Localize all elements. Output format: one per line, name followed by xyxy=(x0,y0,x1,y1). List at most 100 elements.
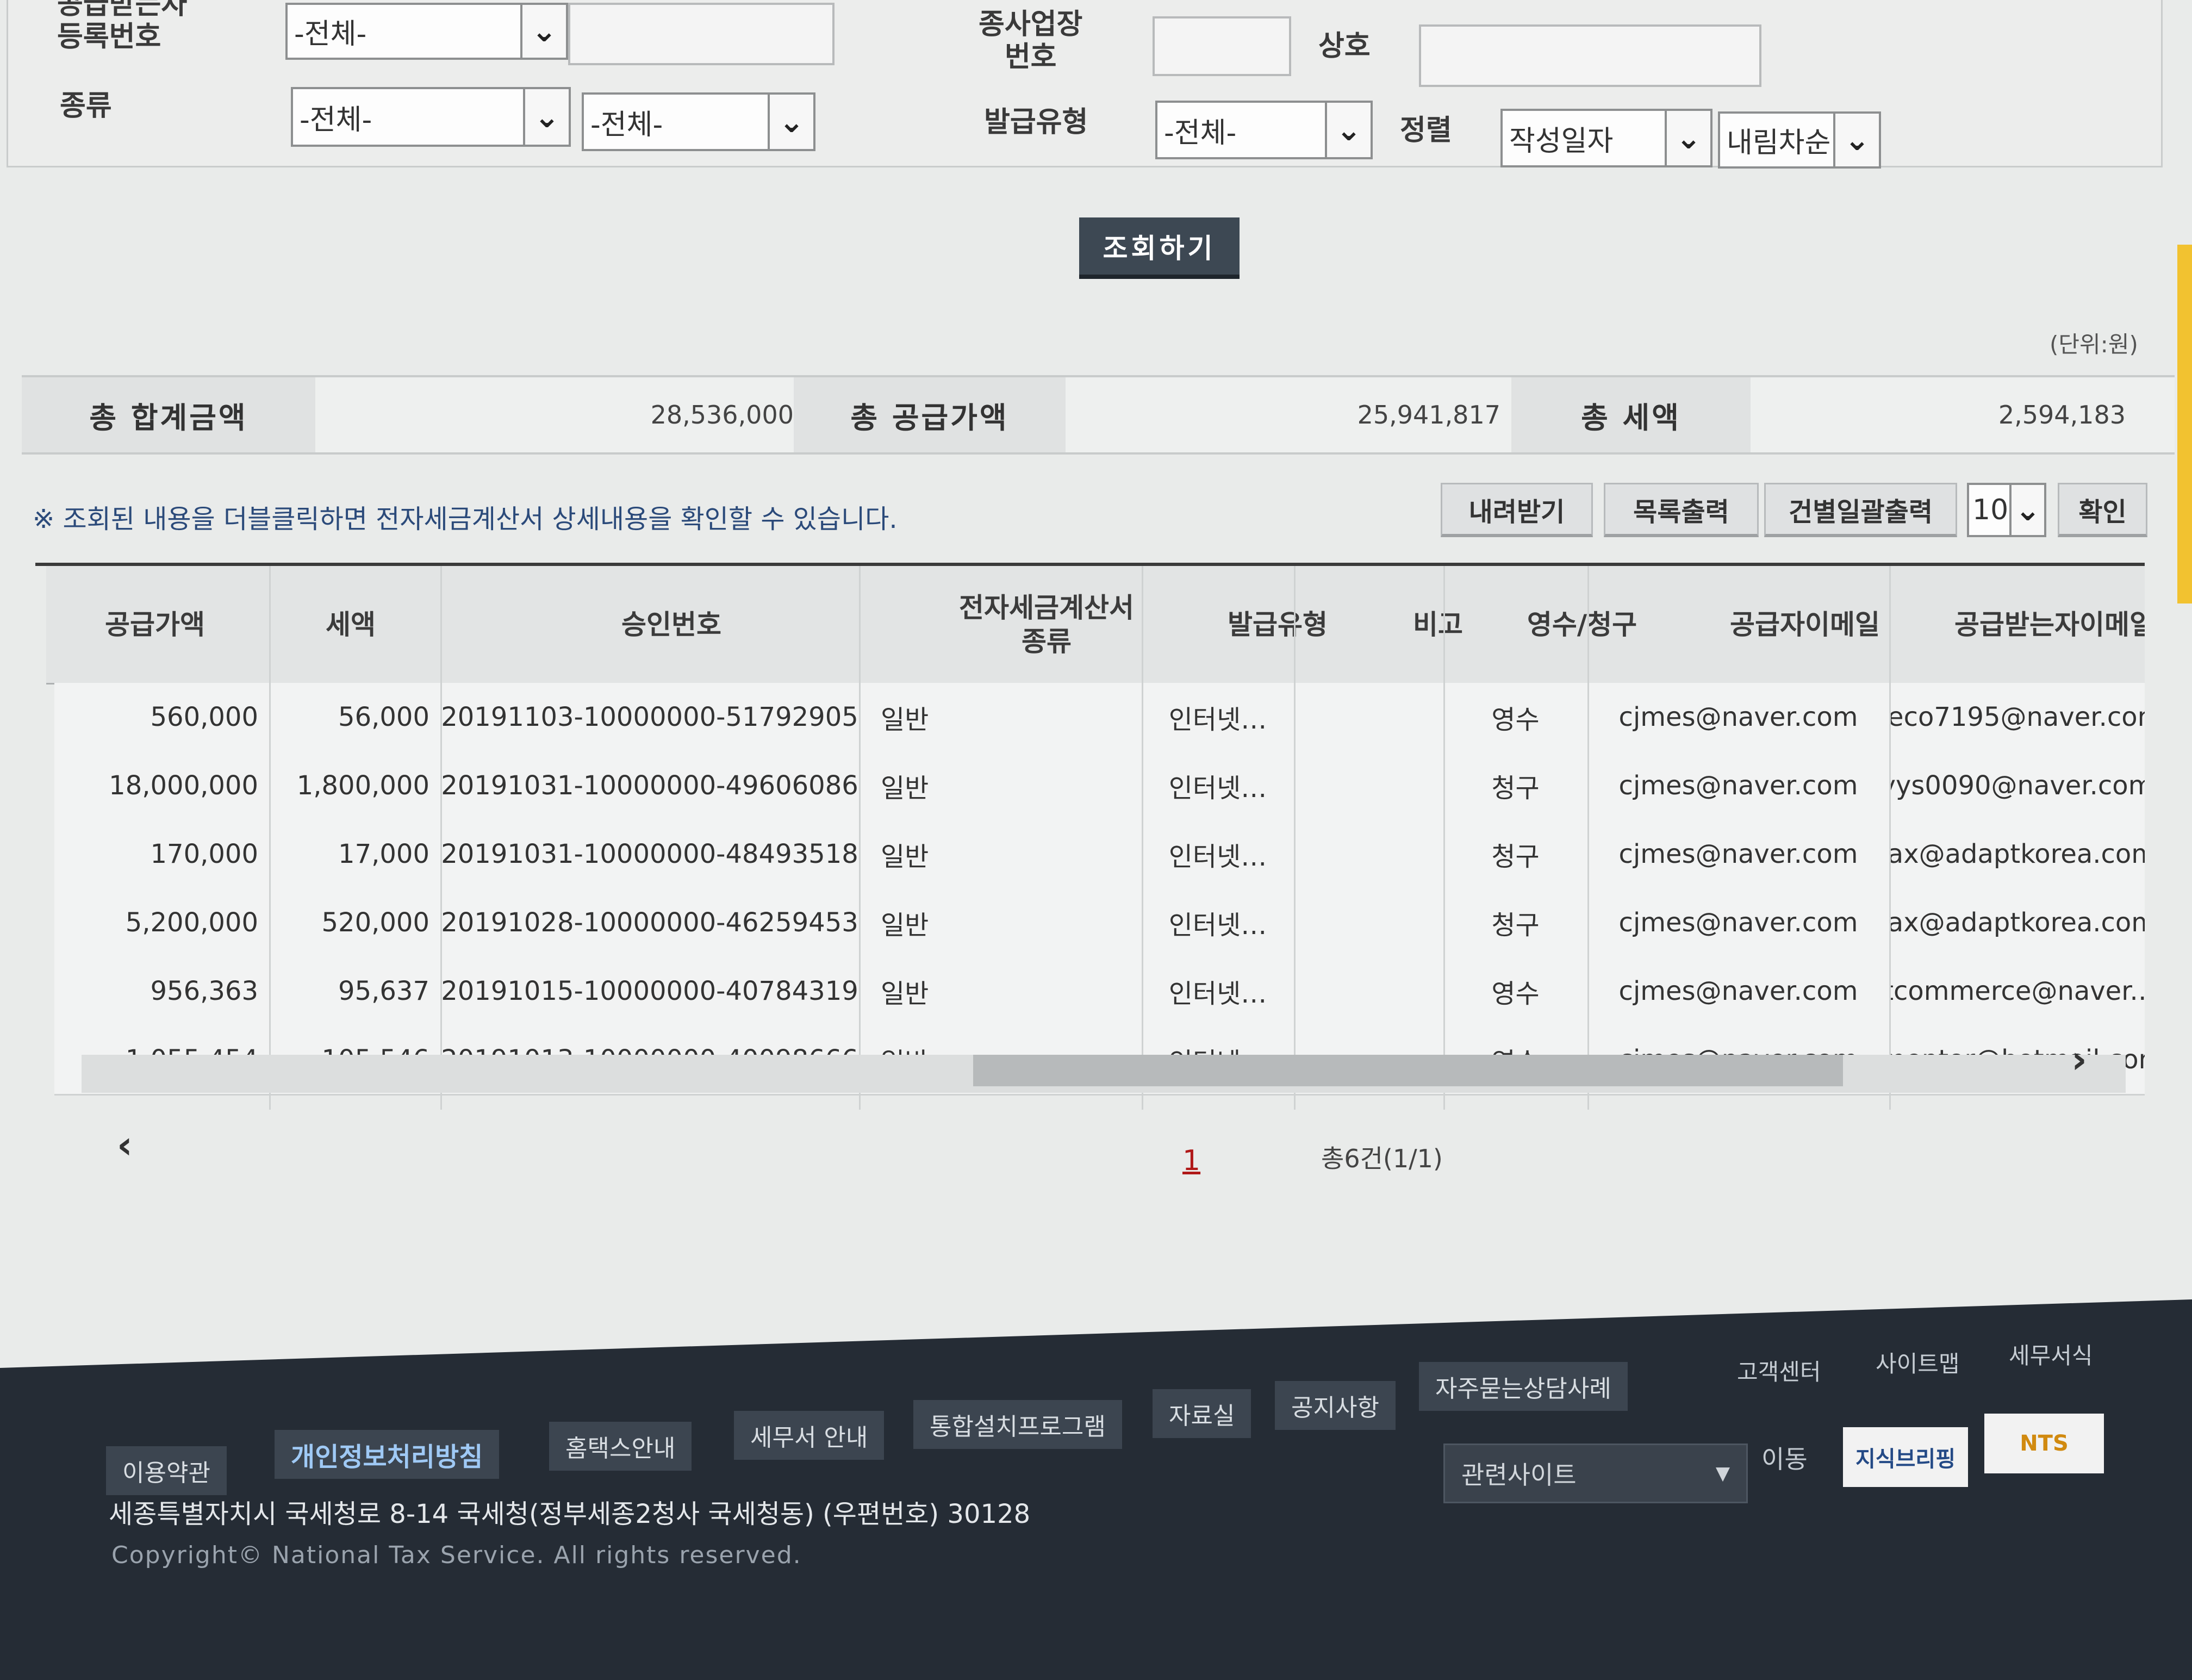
print-list-button[interactable]: 목록출력 xyxy=(1604,483,1759,537)
cell-receipt-claim: 청구 xyxy=(1491,842,1540,872)
cell-tax-amount: 520,000 xyxy=(321,907,430,938)
cell-supply-amount: 18,000,000 xyxy=(109,770,258,801)
sort-label: 정렬 xyxy=(1400,114,1452,147)
footer-copyright: Copyright© National Tax Service. All rig… xyxy=(111,1541,802,1569)
footer-tab-privacy[interactable]: 개인정보처리방침 xyxy=(275,1430,500,1479)
cell-remarks xyxy=(1294,888,1443,957)
footer-tab-faq[interactable]: 자주묻는상담사례 xyxy=(1419,1362,1628,1411)
issue-type-select[interactable]: -전체- ⌄ xyxy=(1155,101,1373,159)
page-size-select[interactable]: 10 ⌄ xyxy=(1967,483,2046,537)
column-divider xyxy=(1889,566,1891,1110)
column-divider xyxy=(440,566,442,1110)
company-label: 상호 xyxy=(1318,30,1371,63)
chevron-down-icon: ⌄ xyxy=(520,5,566,58)
recipient-regno-label: 공급받는자 등록번호 xyxy=(57,0,188,53)
scroll-right-icon[interactable]: › xyxy=(2071,1037,2087,1082)
scroll-left-icon[interactable]: ‹ xyxy=(117,1123,133,1167)
column-header[interactable]: 전자세금계산서 종류 xyxy=(905,566,1188,683)
branch-no-input[interactable] xyxy=(1153,16,1291,76)
issue-type-select-value: -전체- xyxy=(1164,116,1237,150)
cell-approval-number: 20191103-10000000-51792905 xyxy=(441,702,858,732)
column-divider xyxy=(1294,566,1296,1110)
company-input[interactable] xyxy=(1419,24,1761,87)
nts-badge[interactable]: NTS xyxy=(1984,1414,2104,1473)
column-header[interactable]: 공급받는자이메일1 xyxy=(1954,566,2145,683)
related-site-value: 관련사이트 xyxy=(1461,1460,1577,1490)
recipient-regno-select[interactable]: -전체- ⌄ xyxy=(285,3,568,60)
footer-tab-tax-office[interactable]: 세무서 안내 xyxy=(734,1411,885,1460)
search-button[interactable]: 조회하기 xyxy=(1079,217,1240,279)
kind-label: 종류 xyxy=(60,90,112,122)
confirm-button[interactable]: 확인 xyxy=(2058,483,2147,537)
chevron-down-icon: ▼ xyxy=(1715,1463,1730,1484)
horizontal-scrollbar-thumb[interactable] xyxy=(973,1055,1843,1086)
footer-tab-archive[interactable]: 자료실 xyxy=(1153,1389,1251,1438)
cell-receipt-claim: 영수 xyxy=(1491,705,1540,735)
sort-order-select-value: 내림차순 xyxy=(1727,127,1831,159)
recipient-regno-input[interactable] xyxy=(568,3,835,65)
cell-approval-number: 20191031-10000000-49606086 xyxy=(441,770,858,801)
column-header[interactable]: 승인번호 xyxy=(438,566,905,683)
cell-recipient-email: tax@adaptkorea.com xyxy=(1889,907,2145,938)
total-supply-value: 25,941,817 xyxy=(1357,400,1500,430)
page-link-1[interactable]: 1 xyxy=(1182,1144,1200,1177)
cell-issue-type: 인터넷… xyxy=(1168,705,1267,735)
page-size-value: 10 xyxy=(1972,494,2009,526)
chevron-down-icon: ⌄ xyxy=(768,95,813,149)
column-header[interactable]: 영수/청구 xyxy=(1509,566,1655,683)
cell-receipt-claim: 청구 xyxy=(1491,910,1540,941)
sort-order-select[interactable]: 내림차순 ⌄ xyxy=(1718,111,1881,169)
column-header[interactable]: 발급유형 xyxy=(1188,566,1367,683)
table-row[interactable]: 956,363 95,637 20191015-10000000-40784319 일… xyxy=(54,957,2145,1027)
footer-link-sitemap[interactable]: 사이트맵 xyxy=(1876,1346,1960,1379)
table-row[interactable]: 5,200,000 520,000 20191028-10000000-462594… xyxy=(54,888,2145,959)
cell-issue-type: 인터넷… xyxy=(1168,910,1267,941)
table-row[interactable]: 170,000 17,000 20191031-10000000-48493518 일… xyxy=(54,820,2145,890)
cell-invoice-kind: 일반 xyxy=(881,842,929,872)
cell-supply-amount: 956,363 xyxy=(150,976,259,1006)
table-row[interactable]: 560,000 56,000 20191103-10000000-51792905 일… xyxy=(54,683,2145,753)
total-tax-label: 총 세액 xyxy=(1511,377,1751,452)
cell-recipient-email: yys0090@naver.com xyxy=(1889,770,2145,801)
go-button[interactable]: 이동 xyxy=(1761,1440,1808,1476)
cell-supplier-email: cjmes@naver.com xyxy=(1618,770,1858,801)
cell-tax-amount: 95,637 xyxy=(338,976,429,1006)
knowledge-briefing-badge[interactable]: 지식브리핑 xyxy=(1843,1427,1968,1487)
totals-bar: 총 합계금액 28,536,000 총 공급가액 25,941,817 총 세액… xyxy=(22,375,2175,455)
cell-supply-amount: 560,000 xyxy=(150,702,259,732)
total-sum-label: 총 합계금액 xyxy=(22,377,315,452)
cell-invoice-kind: 일반 xyxy=(881,979,929,1009)
footer-tab-notices[interactable]: 공지사항 xyxy=(1275,1381,1396,1430)
column-header[interactable]: 공급가액 xyxy=(46,566,264,683)
footer-link-customer-center[interactable]: 고객센터 xyxy=(1737,1354,1821,1387)
cell-recipient-email: heco7195@naver.com xyxy=(1889,702,2145,732)
sort-field-select-value: 작성일자 xyxy=(1509,125,1614,158)
chevron-down-icon: ⌄ xyxy=(1665,111,1710,165)
download-button[interactable]: 내려받기 xyxy=(1441,483,1593,537)
cell-tax-amount: 1,800,000 xyxy=(296,770,429,801)
table-row[interactable]: 18,000,000 1,800,000 20191031-10000000-496… xyxy=(54,751,2145,822)
cell-supplier-email: cjmes@naver.com xyxy=(1618,702,1858,732)
cell-approval-number: 20191028-10000000-46259453 xyxy=(441,907,858,938)
cell-supplier-email: cjmes@naver.com xyxy=(1618,976,1858,1006)
cell-remarks xyxy=(1294,683,1443,751)
footer-tab-installer[interactable]: 통합설치프로그램 xyxy=(913,1400,1122,1449)
side-quick-menu[interactable] xyxy=(2177,245,2192,603)
kind-select-2[interactable]: -전체- ⌄ xyxy=(582,92,815,151)
footer-link-tax-forms[interactable]: 세무서식 xyxy=(2009,1337,2093,1371)
column-divider xyxy=(269,566,271,1110)
column-divider xyxy=(859,566,861,1110)
cell-invoice-kind: 일반 xyxy=(881,705,929,735)
related-site-select[interactable]: 관련사이트 ▼ xyxy=(1443,1443,1748,1503)
kind-select-1[interactable]: -전체- ⌄ xyxy=(291,87,571,147)
cell-receipt-claim: 영수 xyxy=(1491,979,1540,1009)
column-header[interactable]: 공급자이메일 xyxy=(1655,566,1954,683)
column-header[interactable]: 비고 xyxy=(1367,566,1509,683)
footer-tab-hometax-guide[interactable]: 홈택스안내 xyxy=(549,1422,692,1471)
footer-tab-terms[interactable]: 이용약관 xyxy=(106,1446,227,1495)
batch-print-button[interactable]: 건별일괄출력 xyxy=(1764,483,1957,537)
info-note: ※ 조회된 내용을 더블클릭하면 전자세금계산서 상세내용을 확인할 수 있습니… xyxy=(33,504,898,534)
column-header[interactable]: 세액 xyxy=(264,566,438,683)
sort-field-select[interactable]: 작성일자 ⌄ xyxy=(1500,109,1712,167)
chevron-down-icon: ⌄ xyxy=(2009,485,2044,535)
